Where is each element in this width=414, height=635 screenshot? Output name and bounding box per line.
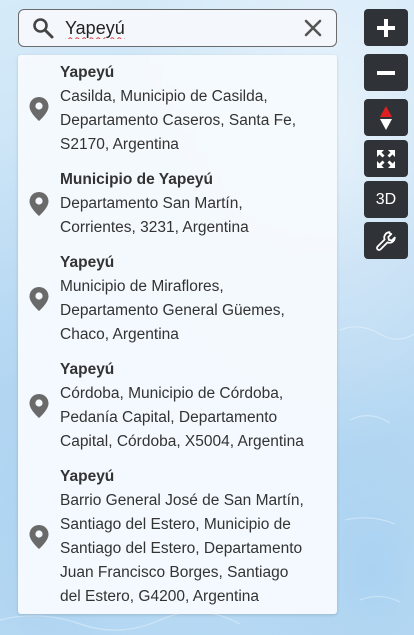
close-icon[interactable] xyxy=(302,17,324,39)
search-bar xyxy=(18,9,337,47)
plus-icon xyxy=(377,18,395,37)
result-title: Yapeyú xyxy=(60,254,115,271)
map-pin-icon xyxy=(29,192,49,216)
result-detail-line: Municipio de Miraflores, xyxy=(60,278,224,295)
compass-icon xyxy=(380,105,392,130)
result-title: Municipio de Yapeyú xyxy=(60,171,214,188)
result-detail-line: Barrio General José de San Martín, xyxy=(60,492,304,509)
result-detail-line: Pedanía Capital, Departamento xyxy=(60,409,278,426)
result-detail-line: Juan Francisco Borges, Santiago xyxy=(60,564,289,581)
result-title: Yapeyú xyxy=(60,64,115,81)
result-detail-line: Departamento General Güemes, xyxy=(60,302,285,319)
result-title: Yapeyú xyxy=(60,361,115,378)
result-detail-line: Chaco, Argentina xyxy=(60,326,179,343)
3d-mode-label: 3D xyxy=(375,190,397,208)
search-input[interactable] xyxy=(65,17,302,39)
zoom-out-button[interactable] xyxy=(364,54,408,91)
result-detail-line: Córdoba, Municipio de Córdoba, xyxy=(60,385,284,402)
result-detail-line: del Estero, G4200, Argentina xyxy=(60,588,260,605)
result-detail-line: Casilda, Municipio de Casilda, xyxy=(60,88,268,105)
result-detail-line: Santiago del Estero, Municipio de xyxy=(60,516,291,533)
result-detail-line: S2170, Argentina xyxy=(60,136,179,153)
result-detail-line: Departamento San Martín, xyxy=(60,195,243,212)
map-controls: 3D xyxy=(364,9,408,263)
map-pin-icon xyxy=(29,97,49,121)
search-result-item[interactable]: Yapeyú Córdoba, Municipio de Córdoba, Pe… xyxy=(18,352,337,459)
result-detail-line: Capital, Córdoba, X5004, Argentina xyxy=(60,433,304,450)
wrench-icon xyxy=(376,230,396,251)
result-detail-line: Corrientes, 3231, Argentina xyxy=(60,219,249,236)
expand-icon xyxy=(377,149,395,168)
tools-button[interactable] xyxy=(364,222,408,259)
search-result-item[interactable]: Yapeyú Municipio de Miraflores, Departam… xyxy=(18,245,337,352)
compass-button[interactable] xyxy=(364,99,408,136)
result-title: Yapeyú xyxy=(60,468,115,485)
result-detail-line: Santiago del Estero, Departamento xyxy=(60,540,303,557)
map-pin-icon xyxy=(29,394,49,418)
map-pin-icon xyxy=(29,287,49,311)
minus-icon xyxy=(377,70,395,75)
map-pin-icon xyxy=(29,525,49,549)
zoom-in-button[interactable] xyxy=(364,9,408,46)
3d-mode-button[interactable]: 3D xyxy=(364,181,408,218)
search-result-item[interactable]: Yapeyú Barrio General José de San Martín… xyxy=(18,459,337,614)
result-detail-line: Departamento Caseros, Santa Fe, xyxy=(60,112,297,129)
search-result-item[interactable]: Municipio de Yapeyú Departamento San Mar… xyxy=(18,162,337,245)
fullscreen-button[interactable] xyxy=(364,140,408,177)
search-results-list: Yapeyú Casilda, Municipio de Casilda, De… xyxy=(18,55,337,614)
search-result-item[interactable]: Yapeyú Casilda, Municipio de Casilda, De… xyxy=(18,55,337,162)
search-icon xyxy=(33,18,54,39)
